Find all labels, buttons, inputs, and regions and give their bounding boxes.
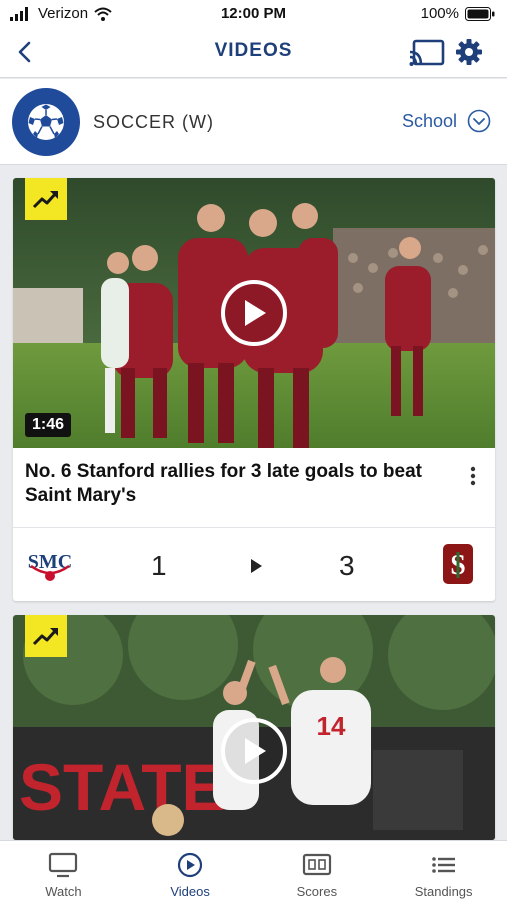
status-bar: Verizon 12:00 PM 100%: [0, 0, 507, 28]
nav-bar: VIDEOS: [0, 28, 507, 78]
battery-group: 100%: [421, 5, 495, 22]
play-circle-icon: [178, 852, 203, 878]
play-button[interactable]: [221, 718, 287, 784]
sport-selector-bar: SOCCER (W) School: [0, 79, 507, 165]
tab-watch-label: Watch: [45, 884, 82, 899]
play-icon: [245, 738, 266, 764]
tv-icon: [49, 852, 78, 878]
cast-icon[interactable]: [409, 38, 445, 68]
trending-badge: [25, 615, 67, 657]
away-score: 1: [151, 550, 167, 581]
school-dropdown-label: School: [401, 110, 457, 131]
play-button[interactable]: [221, 280, 287, 346]
video-info: No. 6 Stanford rallies for 3 late goals …: [13, 448, 495, 528]
trending-up-icon: [32, 191, 58, 209]
video-card[interactable]: 1:46 No. 6 Stanford rallies for 3 late g…: [13, 178, 495, 601]
tab-standings[interactable]: Standings: [380, 841, 507, 900]
sport-name: SOCCER (W): [93, 112, 214, 132]
tab-standings-label: Standings: [414, 884, 473, 899]
banner-text: STATE: [19, 750, 226, 824]
play-arrow-icon: [251, 559, 262, 573]
video-duration: 1:46: [25, 413, 72, 437]
gear-icon[interactable]: [455, 38, 483, 66]
video-card[interactable]: STATE 14: [13, 615, 495, 840]
battery-percent: 100%: [420, 5, 459, 22]
sport-badge[interactable]: [12, 88, 80, 156]
battery-icon: [465, 6, 495, 21]
soccer-ball-icon: [28, 104, 64, 140]
stanford-logo: S: [443, 544, 473, 584]
game-score-row[interactable]: SMC 1 3 S: [13, 528, 495, 601]
tab-scores[interactable]: Scores: [254, 841, 381, 900]
scoreboard-icon: [302, 853, 331, 876]
trending-up-icon: [32, 628, 58, 646]
trending-badge: [25, 178, 67, 220]
home-score: 3: [339, 550, 355, 581]
video-thumbnail[interactable]: 1:46: [13, 178, 495, 448]
more-options-icon[interactable]: [465, 464, 481, 488]
video-thumbnail[interactable]: STATE 14: [13, 615, 495, 840]
chevron-down-circle-icon: [467, 109, 491, 133]
list-icon: [431, 857, 455, 873]
tab-scores-label: Scores: [296, 884, 338, 899]
play-icon: [245, 300, 266, 326]
tab-videos-label: Videos: [170, 884, 210, 899]
tab-bar: Watch Videos Scores Standings: [0, 840, 507, 900]
tab-watch[interactable]: Watch: [0, 841, 127, 900]
tab-videos[interactable]: Videos: [127, 841, 254, 900]
video-title[interactable]: No. 6 Stanford rallies for 3 late goals …: [25, 460, 445, 508]
school-dropdown[interactable]: School: [402, 109, 491, 133]
saint-marys-logo: SMC: [28, 551, 72, 581]
svg-text:14: 14: [317, 711, 346, 741]
